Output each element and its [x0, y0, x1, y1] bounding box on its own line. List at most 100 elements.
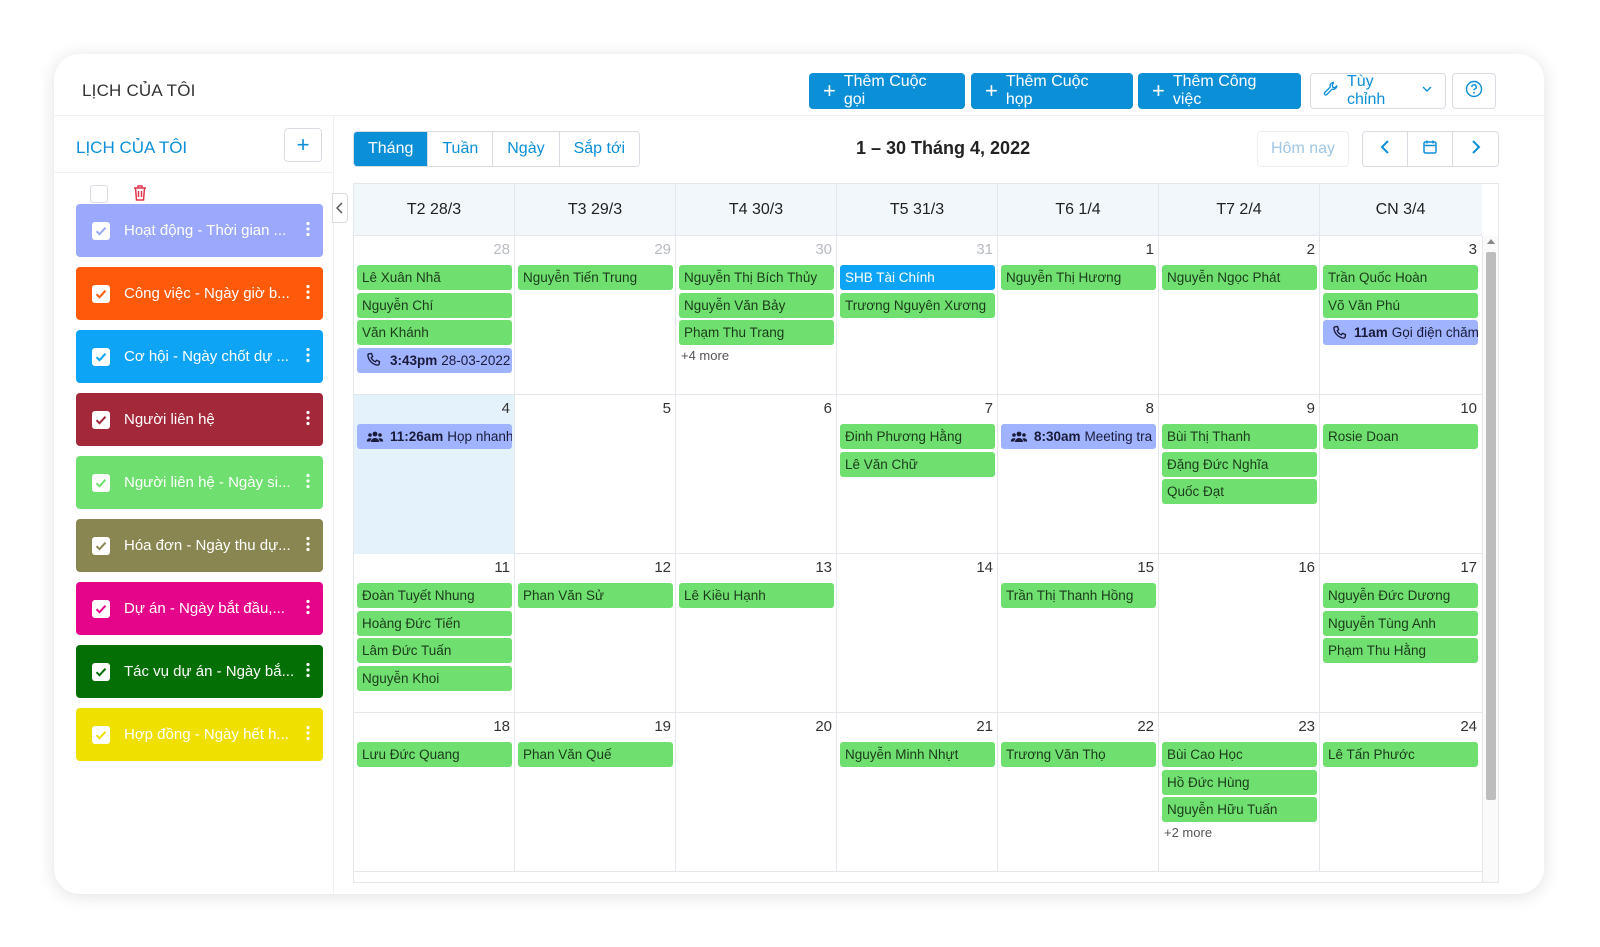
- add-meeting-button[interactable]: + Thêm Cuộc họp: [971, 73, 1133, 109]
- day-cell[interactable]: 21 Nguyễn Minh Nhựt: [837, 713, 998, 872]
- next-button[interactable]: [1453, 132, 1498, 166]
- day-number[interactable]: 18: [493, 718, 510, 735]
- calendar-event[interactable]: 11:26am Họp nhanh: [357, 424, 512, 449]
- more-options-icon[interactable]: [293, 599, 323, 618]
- calendar-event[interactable]: Nguyễn Thị Hương: [1001, 265, 1156, 290]
- day-cell[interactable]: 28 Lê Xuân Nhã Nguyễn Chí Văn Khánh 3:43pm 28…: [354, 236, 515, 395]
- calendar-list-item[interactable]: Dự án - Ngày bắt đầu,...: [76, 582, 323, 635]
- day-number[interactable]: 10: [1460, 400, 1477, 417]
- day-cell[interactable]: 9 Bùi Thị Thanh Đặng Đức Nghĩa Quốc Đạt: [1159, 395, 1320, 554]
- calendar-event[interactable]: Rosie Doan: [1323, 424, 1478, 449]
- more-options-icon[interactable]: [293, 473, 323, 492]
- select-all-checkbox[interactable]: [90, 185, 108, 203]
- calendar-checkbox[interactable]: [92, 347, 110, 366]
- day-number[interactable]: 15: [1137, 559, 1154, 576]
- day-number[interactable]: 16: [1298, 559, 1315, 576]
- scrollbar[interactable]: [1482, 236, 1498, 882]
- calendar-event[interactable]: Văn Khánh: [357, 320, 512, 346]
- calendar-checkbox[interactable]: [92, 473, 110, 492]
- day-number[interactable]: 3: [1469, 241, 1477, 258]
- more-options-icon[interactable]: [293, 221, 323, 240]
- calendar-event[interactable]: Hồ Đức Hùng: [1162, 769, 1317, 795]
- day-cell[interactable]: 20: [676, 713, 837, 872]
- tab-week[interactable]: Tuần: [428, 132, 494, 166]
- calendar-checkbox[interactable]: [92, 599, 110, 618]
- day-number[interactable]: 22: [1137, 718, 1154, 735]
- help-button[interactable]: [1452, 73, 1496, 109]
- calendar-event[interactable]: Trần Thị Thanh Hồng: [1001, 583, 1156, 608]
- day-number[interactable]: 29: [654, 241, 671, 258]
- day-cell[interactable]: 24 Lê Tấn Phước: [1320, 713, 1481, 872]
- calendar-checkbox[interactable]: [92, 284, 110, 303]
- add-call-button[interactable]: + Thêm Cuộc gọi: [809, 73, 965, 109]
- day-cell[interactable]: 31 SHB Tài Chính Trương Nguyên Xương: [837, 236, 998, 395]
- calendar-event[interactable]: Nguyễn Văn Bảy: [679, 292, 834, 318]
- day-number[interactable]: 2: [1307, 241, 1315, 258]
- add-calendar-button[interactable]: +: [284, 128, 322, 162]
- day-number[interactable]: 5: [663, 400, 671, 417]
- day-cell[interactable]: 8 8:30am Meeting tra: [998, 395, 1159, 554]
- day-cell[interactable]: 5: [515, 395, 676, 554]
- calendar-checkbox[interactable]: [92, 725, 110, 744]
- tab-month[interactable]: Tháng: [354, 132, 429, 166]
- add-task-button[interactable]: + Thêm Công việc: [1138, 73, 1301, 109]
- day-cell[interactable]: 6: [676, 395, 837, 554]
- day-cell[interactable]: 12 Phan Văn Sử: [515, 554, 676, 713]
- calendar-checkbox[interactable]: [92, 662, 110, 681]
- calendar-list-item[interactable]: Hợp đồng - Ngày hết h...: [76, 708, 323, 761]
- more-options-icon[interactable]: [293, 410, 323, 429]
- calendar-event[interactable]: Bùi Cao Học: [1162, 742, 1317, 767]
- calendar-event[interactable]: 11am Gọi điện chăm: [1323, 320, 1478, 346]
- calendar-event[interactable]: Lê Tấn Phước: [1323, 742, 1478, 767]
- calendar-event[interactable]: 8:30am Meeting tra: [1001, 424, 1156, 449]
- calendar-event[interactable]: Lê Kiều Hạnh: [679, 583, 834, 608]
- day-number[interactable]: 14: [976, 559, 993, 576]
- calendar-event[interactable]: Nguyễn Ngọc Phát: [1162, 265, 1317, 290]
- trash-icon[interactable]: [132, 183, 148, 203]
- calendar-list-item[interactable]: Cơ hội - Ngày chốt dự ...: [76, 330, 323, 383]
- calendar-event[interactable]: Lê Văn Chữ: [840, 451, 995, 477]
- day-cell[interactable]: 13 Lê Kiều Hạnh: [676, 554, 837, 713]
- day-cell[interactable]: 14: [837, 554, 998, 713]
- prev-button[interactable]: [1363, 132, 1408, 166]
- day-cell[interactable]: 7 Đinh Phương Hằng Lê Văn Chữ: [837, 395, 998, 554]
- day-cell[interactable]: 17 Nguyễn Đức Dương Nguyễn Tùng Anh Phạm Th…: [1320, 554, 1481, 713]
- day-number[interactable]: 19: [654, 718, 671, 735]
- calendar-event[interactable]: Phạm Thu Hằng: [1323, 638, 1478, 664]
- calendar-event[interactable]: Trương Nguyên Xương: [840, 292, 995, 318]
- today-button[interactable]: Hôm nay: [1257, 131, 1349, 167]
- calendar-event[interactable]: Trần Quốc Hoàn: [1323, 265, 1478, 290]
- day-number[interactable]: 24: [1460, 718, 1477, 735]
- day-cell[interactable]: 15 Trần Thị Thanh Hồng: [998, 554, 1159, 713]
- date-picker-button[interactable]: [1408, 132, 1453, 166]
- tab-upcoming[interactable]: Sắp tới: [559, 132, 640, 166]
- day-cell[interactable]: 23 Bùi Cao Học Hồ Đức Hùng Nguyễn Hữu Tuấn +…: [1159, 713, 1320, 872]
- calendar-list-item[interactable]: Tác vụ dự án - Ngày bắ...: [76, 645, 323, 698]
- more-events-link[interactable]: +2 more: [1162, 825, 1317, 840]
- day-cell[interactable]: 10 Rosie Doan: [1320, 395, 1481, 554]
- day-cell[interactable]: 3 Trần Quốc Hoàn Võ Văn Phú 11am Gọi điện ch…: [1320, 236, 1481, 395]
- calendar-event[interactable]: Phạm Thu Trang: [679, 320, 834, 346]
- calendar-checkbox[interactable]: [92, 536, 110, 555]
- day-number[interactable]: 4: [502, 400, 510, 417]
- more-events-link[interactable]: +4 more: [679, 348, 834, 363]
- scrollbar-thumb[interactable]: [1486, 252, 1496, 800]
- more-options-icon[interactable]: [293, 284, 323, 303]
- day-number[interactable]: 23: [1298, 718, 1315, 735]
- calendar-event[interactable]: Phan Văn Sử: [518, 583, 673, 608]
- calendar-event[interactable]: Đinh Phương Hằng: [840, 424, 995, 449]
- calendar-event[interactable]: Nguyễn Hữu Tuấn: [1162, 797, 1317, 823]
- calendar-event[interactable]: 3:43pm 28-03-2022: [357, 347, 512, 373]
- day-cell[interactable]: 11 Đoàn Tuyết Nhung Hoàng Đức Tiến Lâm Đức …: [354, 554, 515, 713]
- calendar-event[interactable]: Nguyễn Khoi: [357, 665, 512, 691]
- day-number[interactable]: 30: [815, 241, 832, 258]
- day-number[interactable]: 13: [815, 559, 832, 576]
- calendar-event[interactable]: Lưu Đức Quang: [357, 742, 512, 767]
- calendar-event[interactable]: Nguyễn Đức Dương: [1323, 583, 1478, 608]
- scroll-up-arrow[interactable]: [1487, 239, 1495, 244]
- calendar-event[interactable]: Lê Xuân Nhã: [357, 265, 512, 290]
- calendar-list-item[interactable]: Công việc - Ngày giờ b...: [76, 267, 323, 320]
- calendar-event[interactable]: Đoàn Tuyết Nhung: [357, 583, 512, 608]
- calendar-event[interactable]: Nguyễn Minh Nhựt: [840, 742, 995, 767]
- calendar-event[interactable]: Võ Văn Phú: [1323, 292, 1478, 318]
